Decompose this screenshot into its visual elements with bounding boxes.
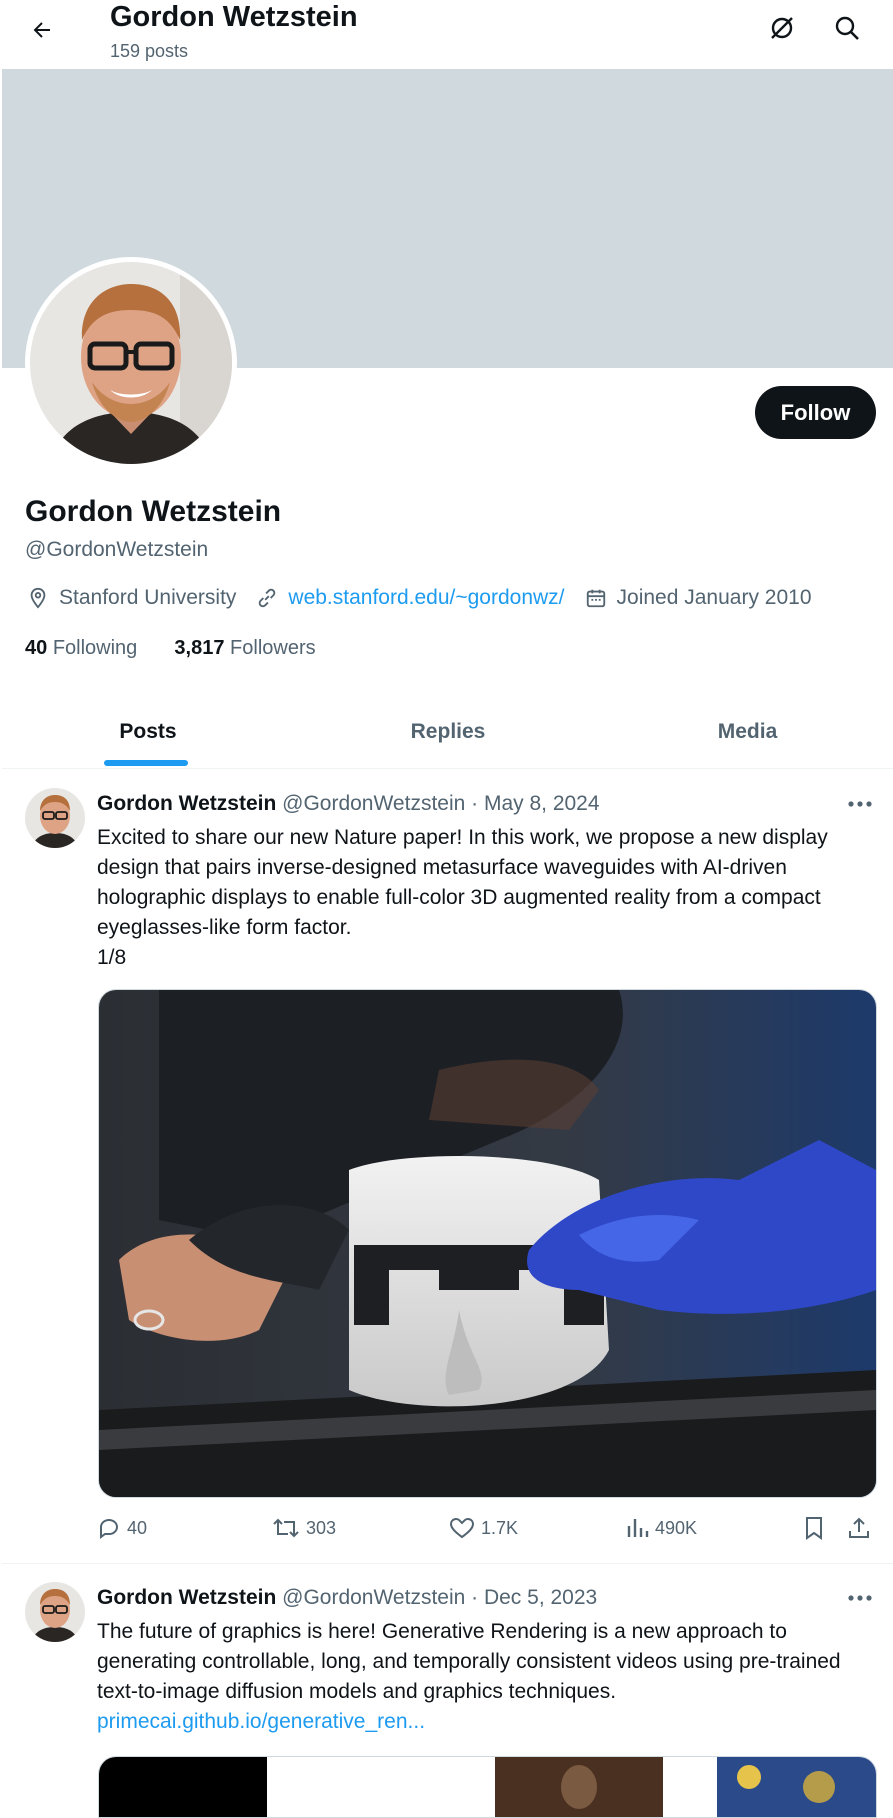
tab-replies[interactable]: Replies (294, 695, 602, 768)
tweet-media-image[interactable] (98, 1756, 877, 1818)
tweet-actions: 40 303 1.7K 490K (97, 1516, 882, 1546)
following-label: Following (52, 637, 138, 659)
tweet-meta[interactable]: @GordonWetzstein · Dec 5, 2023 (282, 1586, 597, 1609)
repost-icon (273, 1518, 299, 1538)
views-count: 490K (655, 1517, 698, 1538)
profile-avatar[interactable] (25, 257, 237, 469)
tab-posts[interactable]: Posts (2, 695, 294, 768)
avatar-image (25, 788, 85, 848)
followers-count: 3,817 (174, 637, 225, 659)
back-arrow-icon (33, 22, 50, 38)
media-photo (99, 990, 876, 1497)
top-bar: Gordon Wetzstein 159 posts (0, 0, 893, 69)
media-photo (99, 1757, 876, 1817)
tweet-body: Excited to share our new Nature paper! I… (97, 826, 828, 939)
more-icon (848, 801, 872, 807)
reply-count: 40 (127, 1517, 148, 1538)
joined-text: Joined January 2010 (616, 586, 812, 609)
tweet-meta[interactable]: @GordonWetzstein · May 8, 2024 (282, 792, 599, 815)
tweet-text: Excited to share our new Nature paper! I… (97, 823, 882, 973)
joined-item: Joined January 2010 (583, 585, 812, 611)
follow-button[interactable]: Follow (755, 386, 876, 439)
views-button[interactable]: 490K (625, 1516, 697, 1540)
reply-icon (100, 1519, 118, 1539)
followers-link[interactable]: 3,817 Followers (174, 637, 315, 659)
tweet-media-image[interactable] (98, 989, 877, 1498)
location-item: Stanford University (25, 585, 236, 611)
share-button[interactable] (847, 1516, 877, 1540)
tweet-more-button[interactable] (842, 1586, 878, 1610)
location-icon (25, 585, 51, 611)
like-icon (449, 1518, 475, 1539)
avatar-image (25, 1582, 85, 1642)
like-count: 1.7K (481, 1517, 519, 1538)
header-name: Gordon Wetzstein (110, 1, 358, 33)
tweet-author[interactable]: Gordon Wetzstein (97, 792, 276, 815)
link-icon (254, 585, 280, 611)
tweet-avatar[interactable] (25, 788, 85, 848)
bookmark-button[interactable] (802, 1516, 832, 1540)
followers-label: Followers (230, 637, 316, 659)
tab-media[interactable]: Media (602, 695, 893, 768)
website-link[interactable]: web.stanford.edu/~gordonwz/ (288, 586, 564, 610)
reply-button[interactable]: 40 (97, 1516, 147, 1540)
following-count: 40 (25, 637, 48, 659)
following-link[interactable]: 40 Following (25, 637, 137, 659)
tweet-header: Gordon Wetzstein @GordonWetzstein · May … (97, 792, 600, 816)
tweet-header: Gordon Wetzstein @GordonWetzstein · Dec … (97, 1586, 597, 1610)
views-icon (627, 1519, 649, 1537)
avatar-image (30, 262, 232, 464)
grok-button[interactable] (762, 8, 802, 48)
tweet-body: The future of graphics is here! Generati… (97, 1620, 841, 1703)
like-button[interactable]: 1.7K (449, 1516, 518, 1540)
tweet-avatar[interactable] (25, 1582, 85, 1642)
repost-count: 303 (306, 1517, 337, 1538)
search-button[interactable] (827, 8, 867, 48)
more-icon (848, 1595, 872, 1601)
profile-meta: Stanford University web.stanford.edu/~go… (25, 583, 830, 613)
share-icon (849, 1517, 869, 1538)
calendar-icon (583, 585, 609, 611)
tweet-thread-count: 1/8 (97, 946, 127, 969)
search-icon (835, 16, 859, 40)
repost-button[interactable]: 303 (272, 1516, 336, 1540)
profile-tabs: Posts Replies Media (2, 695, 893, 769)
back-button[interactable] (22, 10, 62, 50)
profile-handle: @GordonWetzstein (25, 538, 209, 561)
header-posts-count: 159 posts (110, 41, 189, 61)
location-text: Stanford University (59, 586, 237, 609)
bookmark-icon (806, 1517, 822, 1540)
tab-active-indicator (104, 760, 188, 766)
tweet-more-button[interactable] (842, 792, 878, 816)
tweet-link[interactable]: primecai.github.io/generative_ren... (97, 1707, 882, 1737)
tweet-text: The future of graphics is here! Generati… (97, 1617, 882, 1737)
tweet-author[interactable]: Gordon Wetzstein (97, 1586, 276, 1609)
profile-name: Gordon Wetzstein (25, 495, 282, 528)
follow-counts: 40 Following 3,817 Followers (25, 637, 316, 660)
grok-icon (771, 17, 793, 39)
website-item: web.stanford.edu/~gordonwz/ (254, 585, 565, 611)
